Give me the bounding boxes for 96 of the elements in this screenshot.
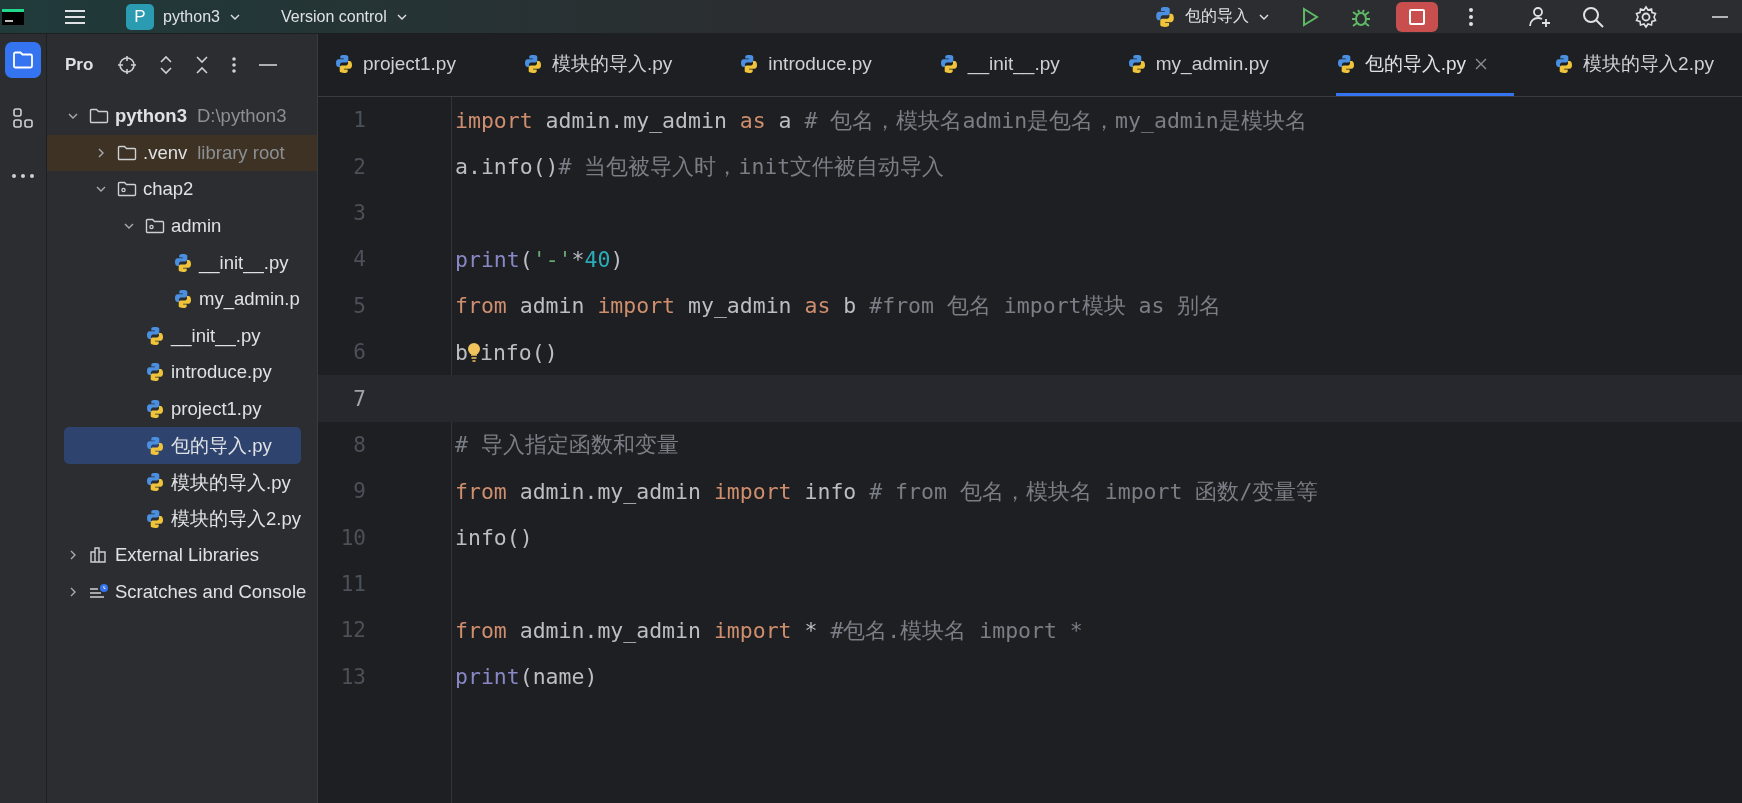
file-name: chap2 (143, 178, 194, 201)
code-line: b (455, 339, 468, 365)
tree-item[interactable]: project1.py (47, 390, 317, 428)
python-icon (938, 53, 959, 74)
file-name: __init__.py (171, 324, 261, 347)
file-name: Scratches and Console (115, 581, 307, 603)
file-name: project1.py (171, 398, 262, 421)
more-icon[interactable] (231, 56, 237, 74)
tree-item[interactable]: .venv library root (47, 134, 317, 172)
code-line: from admin.my_admin import * #包名.模块名 import * (455, 617, 1083, 645)
code-line: from admin import my_admin as b #from 包名 import模块 as 别名 (455, 292, 1222, 321)
path-hint: library root (197, 141, 285, 164)
tree-item[interactable]: Scratches and Console (47, 573, 317, 611)
python-icon (145, 362, 165, 383)
file-name: External Libraries (115, 544, 259, 567)
folder-icon (117, 143, 137, 162)
file-name: .venv (143, 141, 188, 164)
project-tool-button[interactable] (5, 42, 41, 78)
menu-icon[interactable] (64, 8, 86, 25)
scratches-icon (89, 583, 109, 601)
python-icon (145, 399, 165, 420)
file-name: 包的导入.py (171, 434, 272, 459)
python-icon (522, 53, 543, 74)
library-icon (89, 546, 109, 565)
tree-item[interactable]: chap2 (47, 171, 317, 208)
file-name: admin (171, 215, 222, 238)
tree-item[interactable]: 模块的导入2.py (47, 500, 317, 538)
settings-icon[interactable] (1634, 4, 1658, 29)
package-folder-icon (145, 217, 165, 236)
python-icon (739, 53, 760, 74)
more-icon[interactable] (1468, 6, 1474, 27)
editor-tab[interactable]: 包的导入.py (1335, 34, 1515, 96)
code-line: print(name) (455, 664, 598, 690)
code-line: info() (479, 339, 558, 365)
collapse-all-icon[interactable] (195, 55, 209, 75)
file-name: 模块的导入2.py (171, 507, 301, 532)
stop-icon (1408, 7, 1426, 26)
run-icon[interactable] (1300, 6, 1320, 27)
code-line: a.info()# 当包被导入时，init文件被自动导入 (455, 153, 945, 182)
file-name: introduce.py (171, 361, 272, 384)
path-hint: D:\python3 (196, 105, 287, 128)
python-icon (1335, 53, 1356, 74)
tree-item[interactable]: python3 D:\python3 (47, 98, 317, 135)
code-line: # 导入指定函数和变量 (455, 431, 679, 460)
editor-tab[interactable]: 模块的导入.py (522, 34, 700, 96)
tree-item[interactable]: __init__.py (47, 317, 317, 355)
close-icon[interactable] (1475, 57, 1488, 70)
file-name: python3 (115, 105, 187, 128)
tree-item[interactable]: 模块的导入.py (47, 463, 317, 501)
project-switcher[interactable]: P python3 (126, 3, 241, 30)
line-number: 7 (352, 386, 366, 411)
add-user-icon[interactable] (1528, 5, 1552, 28)
expand-all-icon[interactable] (159, 55, 173, 75)
python-icon (334, 53, 354, 74)
python-icon (1554, 53, 1575, 74)
file-name: __init__.py (199, 251, 289, 274)
editor-tab[interactable]: 模块的导入2.py (1554, 34, 1741, 96)
structure-icon (12, 107, 34, 129)
file-name: 模块的导入.py (171, 470, 291, 495)
editor-tab[interactable]: project1.py (334, 34, 483, 96)
code-line: print('-'*40) (455, 246, 624, 272)
tree-item[interactable]: admin (47, 207, 317, 245)
package-folder-icon (117, 180, 137, 199)
editor-tab[interactable]: my_admin.py (1126, 34, 1296, 96)
tree-item[interactable]: External Libraries (47, 537, 317, 574)
editor-tab[interactable]: introduce.py (739, 34, 899, 96)
panel-title: Pro (65, 55, 95, 75)
tree-item[interactable]: __init__.py (47, 244, 317, 281)
code-line: info() (455, 525, 533, 551)
folder-icon (12, 50, 34, 70)
stop-button[interactable] (1396, 1, 1438, 32)
tree-item[interactable]: my_admin.p (47, 280, 317, 318)
python-icon (1126, 53, 1147, 74)
run-config-selector[interactable]: 包的导入 (1154, 5, 1270, 28)
lightbulb-icon[interactable] (466, 341, 481, 364)
locate-icon[interactable] (117, 55, 137, 75)
tree-item[interactable]: introduce.py (47, 354, 317, 391)
more-icon (11, 173, 35, 179)
editor-tab[interactable]: __init__.py (938, 34, 1087, 96)
python-icon (173, 289, 193, 310)
code-line: from admin.my_admin import info # from 包名，模块名 import 函数/变量等 (455, 477, 1319, 506)
folder-icon (89, 107, 109, 126)
file-name: my_admin.p (199, 288, 300, 311)
python-icon (145, 325, 165, 346)
code-line: import admin.my_admin as a # 包名，模块名admin是包名，my_admin是模块名 (455, 106, 1307, 135)
app-logo-icon[interactable] (2, 8, 24, 25)
python-icon (173, 252, 193, 273)
python-icon (145, 472, 165, 493)
search-icon[interactable] (1582, 5, 1604, 28)
python-icon (1154, 5, 1176, 28)
minimize-icon[interactable] (1712, 14, 1728, 19)
hide-icon[interactable] (259, 63, 277, 67)
python-icon (145, 508, 165, 529)
python-icon (145, 435, 165, 456)
tree-item[interactable]: 包的导入.py (64, 427, 301, 464)
vcs-menu[interactable]: Version control (280, 7, 408, 26)
